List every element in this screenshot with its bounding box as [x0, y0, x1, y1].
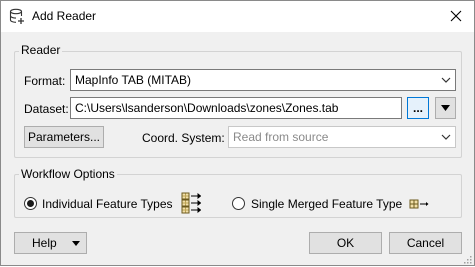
dataset-dropdown-button[interactable] — [435, 97, 456, 119]
close-button[interactable] — [444, 5, 468, 27]
parameters-label: Parameters... — [27, 130, 101, 144]
ok-button[interactable]: OK — [309, 232, 382, 254]
close-icon — [450, 10, 462, 22]
format-value: MapInfo TAB (MITAB) — [75, 73, 192, 87]
individual-feature-types-label[interactable]: Individual Feature Types — [42, 197, 173, 211]
title-bar: Add Reader — [1, 1, 474, 32]
dataset-value: C:\Users\lsanderson\Downloads\zones\Zone… — [75, 101, 339, 115]
cancel-label: Cancel — [406, 236, 445, 250]
coord-system-placeholder: Read from source — [233, 130, 329, 144]
format-select[interactable]: MapInfo TAB (MITAB) — [70, 69, 456, 91]
database-add-icon — [9, 8, 26, 25]
resize-grip-icon[interactable] — [462, 253, 472, 264]
browse-button[interactable]: ... — [407, 97, 429, 119]
browse-label: ... — [412, 101, 423, 115]
reader-group-label: Reader — [19, 43, 63, 57]
triangle-down-icon — [72, 241, 80, 246]
chevron-down-icon — [441, 134, 451, 140]
ok-label: OK — [336, 236, 355, 250]
window-title: Add Reader — [32, 9, 97, 23]
format-label: Format: — [24, 74, 66, 88]
multiple-feature-types-icon — [181, 192, 202, 214]
single-merged-feature-type-label[interactable]: Single Merged Feature Type — [251, 197, 402, 211]
dataset-label: Dataset: — [24, 102, 69, 116]
parameters-button[interactable]: Parameters... — [24, 126, 104, 148]
individual-feature-types-radio[interactable] — [24, 197, 37, 210]
cancel-button[interactable]: Cancel — [389, 232, 462, 254]
single-merged-feature-type-radio[interactable] — [232, 197, 245, 210]
triangle-down-icon — [441, 105, 450, 111]
chevron-down-icon — [441, 77, 451, 83]
coord-system-label: Coord. System: — [142, 131, 225, 145]
help-label: Help — [32, 236, 57, 250]
dataset-input[interactable]: C:\Users\lsanderson\Downloads\zones\Zone… — [70, 97, 402, 119]
add-reader-dialog: Add Reader Reader Format: MapInfo TAB (M… — [0, 0, 475, 266]
help-button[interactable]: Help — [14, 232, 87, 254]
workflow-options-label: Workflow Options — [19, 167, 117, 181]
single-feature-type-icon — [409, 198, 429, 209]
coord-system-select[interactable]: Read from source — [228, 126, 456, 148]
